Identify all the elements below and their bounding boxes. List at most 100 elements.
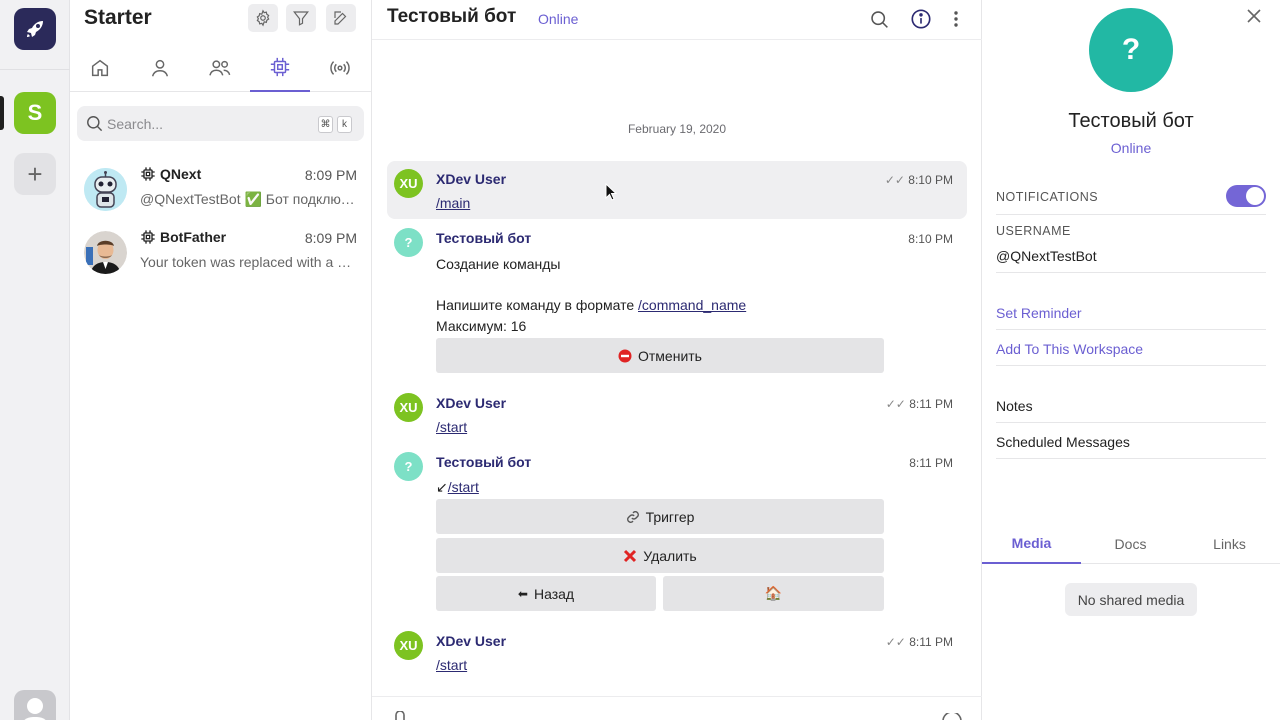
profile-avatar[interactable]	[14, 690, 56, 720]
botfather-avatar	[84, 231, 127, 274]
scheduled-messages-row[interactable]: Scheduled Messages	[996, 423, 1266, 459]
command-link[interactable]: /start	[448, 479, 479, 495]
message-item[interactable]: ? Тестовый бот 8:10 PM Создание команды …	[387, 220, 967, 378]
notes-row[interactable]: Notes	[996, 387, 1266, 423]
message-author[interactable]: XDev User	[436, 395, 506, 411]
set-reminder-row[interactable]: Set Reminder	[996, 294, 1266, 330]
tab-media[interactable]: Media	[982, 524, 1081, 564]
search-icon	[87, 116, 103, 132]
bot-avatar[interactable]: ?	[394, 452, 423, 481]
search-box[interactable]: ⌘ k	[77, 106, 364, 141]
profile-name: Тестовый бот	[1068, 110, 1194, 132]
command-link[interactable]: /command_name	[638, 297, 746, 313]
message-author[interactable]: Тестовый бот	[436, 230, 531, 246]
bot-chip-icon	[141, 167, 155, 181]
message-composer[interactable]	[372, 696, 982, 720]
more-vertical-icon[interactable]	[943, 6, 969, 32]
chat-type-tabs	[70, 44, 372, 92]
message-item[interactable]: XU XDev User ✓✓ 8:10 PM /main	[387, 161, 967, 219]
conversation-qnext[interactable]: QNext 8:09 PM @QNextTestBot ✅ Бот подклю…	[70, 162, 372, 218]
conversation-time: 8:09 PM	[304, 230, 357, 246]
mouse-cursor-icon	[605, 183, 617, 201]
username-row: USERNAME @QNextTestBot	[996, 222, 1266, 273]
read-checkmark-icon: ✓✓	[885, 635, 906, 649]
info-icon[interactable]	[908, 6, 934, 32]
rail-divider	[0, 69, 70, 70]
conversation-name: QNext	[140, 166, 201, 182]
user-avatar[interactable]: XU	[394, 169, 423, 198]
tab-direct[interactable]	[130, 44, 190, 92]
message-item[interactable]: XU XDev User ✓✓ 8:11 PM /start	[387, 623, 967, 677]
emoji-icon[interactable]	[942, 713, 962, 720]
tab-bots[interactable]	[250, 44, 310, 92]
filter-icon[interactable]	[286, 4, 316, 32]
command-link[interactable]: /start	[436, 657, 467, 673]
username-label: USERNAME	[996, 224, 1071, 238]
conversation-time: 8:09 PM	[304, 167, 357, 183]
workspace-starter-button[interactable]: S	[14, 92, 56, 134]
app-logo-rocket-icon[interactable]	[14, 8, 56, 50]
user-avatar[interactable]: XU	[394, 631, 423, 660]
search-icon[interactable]	[866, 6, 892, 32]
tab-home[interactable]	[70, 44, 130, 92]
add-to-workspace-row[interactable]: Add To This Workspace	[996, 330, 1266, 366]
message-author[interactable]: XDev User	[436, 171, 506, 187]
read-checkmark-icon: ✓✓	[885, 397, 906, 411]
conversation-name: BotFather	[140, 229, 226, 245]
home-icon	[91, 59, 109, 77]
user-avatar[interactable]: XU	[394, 393, 423, 422]
empty-media-placeholder: No shared media	[1065, 583, 1197, 616]
workspace-rail: S +	[0, 0, 70, 720]
settings-gear-icon[interactable]	[248, 4, 278, 32]
group-icon	[209, 60, 231, 76]
tab-docs[interactable]: Docs	[1081, 524, 1180, 564]
back-arrow-icon: ⬅	[517, 586, 528, 601]
no-entry-icon	[618, 349, 632, 362]
broadcast-icon	[330, 61, 350, 75]
chip-icon	[270, 57, 290, 77]
tab-links[interactable]: Links	[1180, 524, 1279, 564]
message-text-line: Создание команды	[436, 256, 561, 272]
info-panel: ? Тестовый бот Online NOTIFICATIONS USER…	[982, 0, 1280, 720]
notifications-toggle[interactable]	[1226, 185, 1266, 207]
message-text: ↙/start	[436, 479, 479, 496]
message-item[interactable]: XU XDev User ✓✓ 8:11 PM /start	[387, 385, 967, 439]
message-author[interactable]: XDev User	[436, 633, 506, 649]
read-checkmark-icon: ✓✓	[884, 173, 905, 187]
message-author[interactable]: Тестовый бот	[436, 454, 531, 470]
shared-content-tabs: Media Docs Links	[982, 524, 1280, 564]
message-item[interactable]: ? Тестовый бот 8:11 PM ↙/start Триггер У…	[387, 444, 967, 616]
notes-link[interactable]: Notes	[996, 398, 1033, 414]
add-to-workspace-link[interactable]: Add To This Workspace	[996, 341, 1143, 357]
set-reminder-link[interactable]: Set Reminder	[996, 305, 1082, 321]
username-value: @QNextTestBot	[996, 248, 1097, 264]
workspace-title: Starter	[84, 6, 152, 29]
attach-paperclip-icon[interactable]	[394, 711, 410, 720]
close-icon[interactable]	[1244, 6, 1264, 26]
scheduled-messages-link[interactable]: Scheduled Messages	[996, 434, 1130, 450]
delete-inline-button[interactable]: Удалить	[436, 538, 884, 573]
date-separator: February 19, 2020	[627, 122, 727, 136]
home-inline-button[interactable]: 🏠	[663, 576, 884, 611]
active-workspace-indicator	[0, 96, 4, 130]
bot-avatar[interactable]: ?	[394, 228, 423, 257]
tab-channels[interactable]	[310, 44, 370, 92]
message-text: /main	[436, 195, 470, 211]
conversation-botfather[interactable]: BotFather 8:09 PM Your token was replace…	[70, 225, 372, 281]
command-link[interactable]: /start	[436, 419, 467, 435]
link-icon	[626, 510, 639, 523]
conversation-status: Online	[538, 11, 579, 27]
message-text: /start	[436, 657, 467, 673]
trigger-inline-button[interactable]: Триггер	[436, 499, 884, 534]
command-link[interactable]: /main	[436, 195, 470, 211]
compose-icon[interactable]	[326, 4, 356, 32]
bot-chip-icon	[141, 230, 155, 244]
message-time: ✓✓ 8:11 PM	[885, 397, 953, 411]
add-workspace-button[interactable]: +	[14, 153, 56, 195]
tab-groups[interactable]	[190, 44, 250, 92]
cancel-inline-button[interactable]: Отменить	[436, 338, 884, 373]
robot-avatar	[84, 168, 127, 211]
shortcut-k-key: k	[337, 116, 352, 133]
back-inline-button[interactable]: ⬅ Назад	[436, 576, 656, 611]
search-input[interactable]	[107, 106, 307, 141]
